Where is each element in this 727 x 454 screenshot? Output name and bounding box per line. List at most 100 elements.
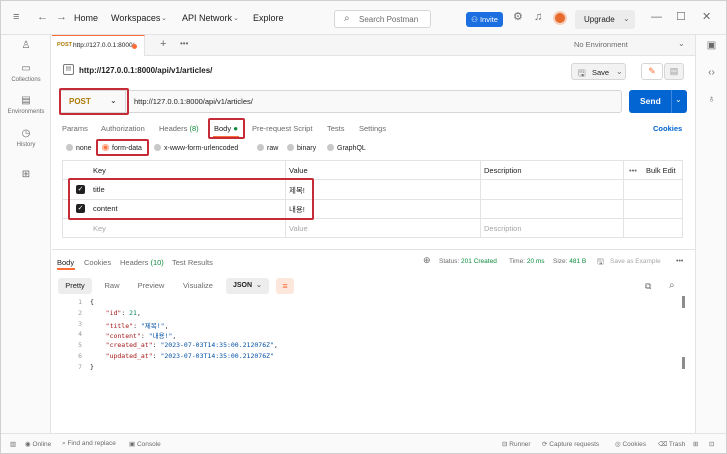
lightbulb-icon[interactable]: ♁ — [696, 94, 727, 105]
close-window-icon[interactable]: ✕ — [702, 11, 711, 23]
request-tab[interactable]: POST http://127.0.0.1:8000/ — [52, 35, 145, 56]
tab-authorization[interactable]: Authorization — [101, 124, 145, 133]
new-description-input[interactable]: Description — [484, 224, 522, 233]
minimize-icon[interactable]: — — [651, 11, 662, 23]
bulk-edit-link[interactable]: Bulk Edit — [646, 166, 676, 175]
workspaces-chevron-icon[interactable]: ⌄ — [161, 13, 167, 25]
tab-settings[interactable]: Settings — [359, 124, 386, 133]
wrap-lines-icon[interactable]: ≡ — [276, 278, 294, 294]
format-raw[interactable]: Raw — [98, 278, 126, 294]
format-visualize[interactable]: Visualize — [176, 278, 220, 294]
json-chevron-icon: ⌄ — [256, 282, 262, 289]
new-value-input[interactable]: Value — [289, 224, 308, 233]
sidebar-item-collections[interactable]: ▭ Collections — [1, 63, 51, 83]
layout-grid-icon[interactable]: ⊞ — [693, 440, 698, 448]
capture-requests-button[interactable]: ⟳ Capture requests — [542, 440, 599, 448]
upgrade-button[interactable]: Upgrade ⌄ — [575, 10, 635, 29]
toggle-sidebar-icon[interactable]: ▥ — [10, 440, 16, 448]
json-close-brace: } — [90, 363, 94, 371]
clipboard-icon[interactable]: ▣ — [696, 40, 727, 51]
tab-params[interactable]: Params — [62, 124, 88, 133]
back-arrow-icon[interactable]: ← — [37, 11, 48, 23]
explore-link[interactable]: Explore — [253, 13, 284, 23]
copy-icon[interactable]: ⧉ — [645, 281, 651, 292]
format-preview[interactable]: Preview — [132, 278, 170, 294]
scrollbar-thumb[interactable] — [682, 296, 685, 308]
tab-url: http://127.0.0.1:8000/ — [73, 42, 135, 49]
new-key-input[interactable]: Key — [93, 224, 106, 233]
cookies-link[interactable]: Cookies — [653, 124, 682, 133]
workspaces-menu[interactable]: Workspaces — [111, 13, 160, 23]
online-label: Online — [32, 441, 52, 448]
time-readout: Time: 20 ms — [509, 258, 545, 265]
code-icon[interactable]: ‹› — [696, 67, 727, 78]
help-icon[interactable]: ⊡ — [709, 440, 714, 448]
save-button[interactable]: 🖫 Save ⌄ — [571, 63, 626, 80]
response-tab-cookies[interactable]: Cookies — [84, 258, 111, 267]
sidebar-item-history[interactable]: ◷ History — [1, 128, 51, 148]
console-button[interactable]: ▣ Console — [129, 440, 161, 448]
scrollbar-thumb[interactable] — [682, 357, 685, 369]
forward-arrow-icon[interactable]: → — [56, 11, 67, 23]
search-box[interactable]: ⌕ Search Postman — [334, 10, 431, 28]
tab-method: POST — [57, 42, 72, 48]
save-as-example-button[interactable]: Save as Example — [610, 258, 661, 265]
runner-button[interactable]: ⊟ Runner — [502, 440, 531, 448]
trash-button[interactable]: ⌫ Trash — [658, 440, 685, 448]
radio-binary[interactable]: binary — [287, 144, 316, 152]
response-json-viewer[interactable]: 1 { 2 "id": 21, 3 "title": "제목!", 4 "con… — [60, 298, 680, 376]
send-button[interactable]: Send ⌄ — [629, 90, 687, 113]
save-example-icon[interactable]: 🖫 — [597, 256, 604, 270]
status-label: Status: — [439, 258, 460, 265]
environment-selector[interactable]: No Environment — [574, 40, 628, 49]
unsaved-dot-icon — [132, 44, 137, 49]
sidebar-item-configure[interactable]: ⊞ — [1, 169, 51, 181]
settings-gear-icon[interactable]: ⚙ — [513, 11, 523, 23]
upgrade-label: Upgrade — [584, 15, 615, 24]
radio-label: x-www-form-urlencoded — [164, 145, 239, 152]
column-header-key: Key — [93, 166, 106, 175]
send-chevron-icon[interactable]: ⌄ — [675, 95, 682, 104]
json-key: "title" — [105, 322, 134, 330]
home-link[interactable]: Home — [74, 13, 98, 23]
radio-circle-icon — [327, 144, 334, 151]
api-network-menu[interactable]: API Network — [182, 13, 232, 23]
new-tab-plus-icon[interactable]: + — [160, 38, 166, 50]
notification-bell-icon[interactable]: ♫ — [534, 11, 542, 23]
radio-raw[interactable]: raw — [257, 144, 278, 152]
tab-prerequest[interactable]: Pre-request Script — [252, 124, 312, 133]
globe-icon[interactable]: ⊕ — [423, 255, 431, 266]
sidebar-item-environments[interactable]: ▤ Environments — [1, 95, 51, 115]
radio-x-www-form-urlencoded[interactable]: x-www-form-urlencoded — [154, 144, 238, 152]
find-replace-button[interactable]: ⌕ Find and replace — [62, 440, 116, 448]
online-status[interactable]: ◉ Online — [25, 440, 51, 448]
api-network-chevron-icon[interactable]: ⌄ — [233, 13, 239, 25]
more-tabs-icon[interactable]: ••• — [180, 39, 188, 48]
tab-tests[interactable]: Tests — [327, 124, 345, 133]
response-tab-body[interactable]: Body — [57, 258, 74, 267]
json-format-select[interactable]: JSON ⌄ — [226, 278, 269, 294]
save-label: Save — [592, 68, 610, 77]
response-tab-test-results[interactable]: Test Results — [172, 258, 213, 267]
maximize-icon[interactable]: ☐ — [676, 11, 686, 23]
sidebar-item-user[interactable]: ♙ — [1, 40, 51, 52]
documentation-icon[interactable]: ▤ — [664, 63, 684, 80]
environment-chevron-icon[interactable]: ⌄ — [678, 39, 685, 48]
avatar[interactable] — [553, 11, 567, 25]
json-key: "content" — [105, 332, 141, 340]
radio-none[interactable]: none — [66, 144, 92, 152]
cookies-footer-button[interactable]: ◎ Cookies — [615, 440, 646, 448]
url-input[interactable]: http://127.0.0.1:8000/api/v1/articles/ — [134, 97, 253, 106]
tab-headers[interactable]: Headers (8) — [159, 124, 199, 133]
invite-button[interactable]: ⚇ Invite — [466, 12, 503, 27]
search-response-icon[interactable]: ⌕ — [669, 280, 675, 291]
radio-graphql[interactable]: GraphQL — [327, 144, 366, 152]
format-pretty[interactable]: Pretty — [58, 278, 92, 294]
menu-icon[interactable]: ≡ — [13, 11, 19, 23]
table-more-icon[interactable]: ••• — [629, 166, 637, 175]
response-tab-headers[interactable]: Headers (10) — [120, 258, 164, 267]
line-number: 4 — [78, 330, 82, 338]
json-line: "created_at": "2023-07-03T14:35:00.21207… — [105, 341, 278, 349]
edit-pencil-icon[interactable]: ✎ — [641, 63, 663, 80]
response-more-icon[interactable]: ••• — [676, 258, 683, 265]
